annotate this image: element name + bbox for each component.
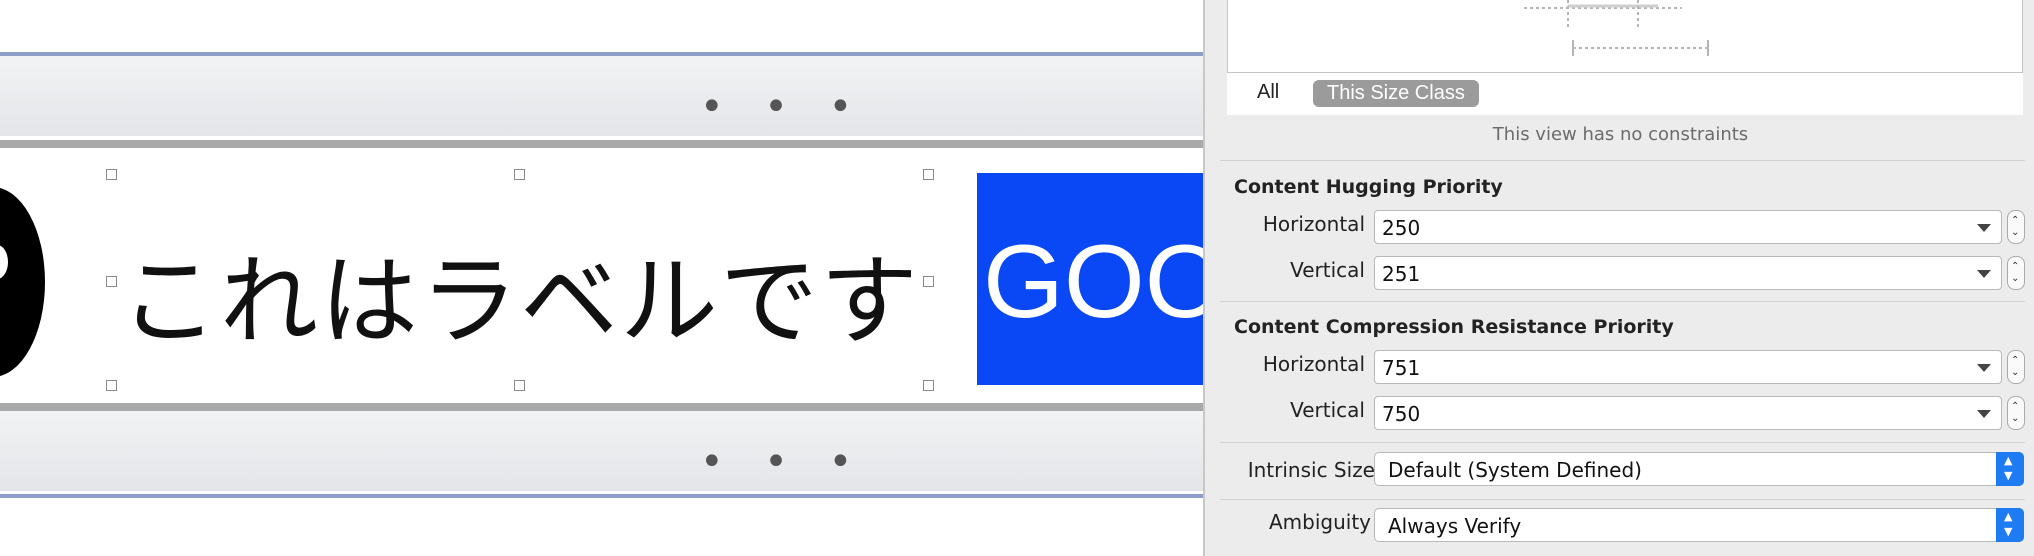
resize-handle-middle-right[interactable] [923, 276, 934, 287]
scene-bottom-border [0, 494, 1203, 498]
compression-title: Content Compression Resistance Priority [1234, 316, 1674, 338]
size-class-tabs: All This Size Class [1227, 72, 2023, 115]
scene-bottom-bar: • • • [0, 411, 1203, 491]
storyboard-canvas[interactable]: • • • これはラベルです GOO • • • [0, 0, 1203, 556]
compression-horizontal-stepper[interactable]: ⌃ ⌄ [2007, 350, 2025, 384]
goo-button[interactable]: GOO [977, 173, 1203, 385]
intrinsic-size-value: Default (System Defined) [1388, 458, 1642, 482]
chevron-down-icon[interactable]: ⌄ [2011, 228, 2021, 238]
top-bar-dots: • • • [700, 84, 867, 130]
divider-bottom [0, 403, 1203, 411]
chevron-up-icon[interactable]: ⌃ [2011, 402, 2021, 412]
compression-vertical-field[interactable]: 750 [1374, 396, 2002, 430]
hugging-vertical-stepper[interactable]: ⌃ ⌄ [2007, 256, 2025, 290]
hugging-vertical-label: Vertical [1290, 258, 1365, 282]
compression-vertical-value: 750 [1382, 402, 1421, 426]
compression-vertical-label: Vertical [1290, 398, 1365, 422]
hugging-horizontal-field[interactable]: 250 [1374, 210, 2002, 244]
resize-handle-bottom-right[interactable] [923, 380, 934, 391]
divider [1220, 499, 2025, 500]
scene-top-bar: • • • [0, 56, 1203, 136]
bottom-bar-dots: • • • [700, 439, 867, 485]
chevron-down-icon[interactable] [1977, 224, 1991, 232]
compression-horizontal-label: Horizontal [1262, 352, 1365, 376]
hugging-horizontal-label: Horizontal [1262, 212, 1365, 236]
compression-horizontal-field[interactable]: 751 [1374, 350, 2002, 384]
tab-all[interactable]: All [1257, 81, 1279, 104]
chevron-up-icon[interactable]: ⌃ [2011, 356, 2021, 366]
resize-handle-top-left[interactable] [106, 169, 117, 180]
chevron-down-icon[interactable] [1977, 270, 1991, 278]
chevron-down-icon[interactable] [1977, 410, 1991, 418]
intrinsic-size-label: Intrinsic Size [1247, 458, 1375, 482]
divider [1220, 301, 2025, 302]
hugging-horizontal-value: 250 [1382, 216, 1421, 240]
hugging-horizontal-stepper[interactable]: ⌃ ⌄ [2007, 210, 2025, 244]
japanese-label[interactable]: これはラベルです [120, 222, 920, 364]
chevron-down-icon[interactable]: ⌄ [2011, 368, 2021, 378]
intrinsic-size-popup[interactable]: Default (System Defined) ▲ ▼ [1374, 452, 2024, 486]
resize-handle-bottom-left[interactable] [106, 380, 117, 391]
resize-handle-middle-left[interactable] [106, 276, 117, 287]
tab-this-size-class[interactable]: This Size Class [1313, 80, 1479, 107]
chevron-down-icon[interactable] [1977, 364, 1991, 372]
ambiguity-label: Ambiguity [1268, 510, 1371, 534]
chevron-up-icon[interactable]: ⌃ [2011, 262, 2021, 272]
resize-handle-bottom-center[interactable] [514, 380, 525, 391]
chevron-down-icon[interactable]: ⌄ [2011, 274, 2021, 284]
divider-top [0, 140, 1203, 148]
hugging-vertical-value: 251 [1382, 262, 1421, 286]
ambiguity-popup[interactable]: Always Verify ▲ ▼ [1374, 508, 2024, 542]
compression-vertical-stepper[interactable]: ⌃ ⌄ [2007, 396, 2025, 430]
ambiguity-value: Always Verify [1388, 514, 1522, 538]
resize-handle-top-right[interactable] [923, 169, 934, 180]
chevron-up-icon[interactable]: ⌃ [2011, 216, 2021, 226]
resize-handle-top-center[interactable] [514, 169, 525, 180]
no-constraints-text: This view has no constraints [1492, 124, 1749, 145]
chevron-down-icon[interactable]: ⌄ [2011, 414, 2021, 424]
popup-arrows-icon[interactable]: ▲ ▼ [1996, 452, 2024, 486]
compression-horizontal-value: 751 [1382, 356, 1421, 380]
hugging-title: Content Hugging Priority [1234, 176, 1503, 198]
hugging-vertical-field[interactable]: 251 [1374, 256, 2002, 290]
constraints-diagram [1524, 0, 1709, 56]
divider [1220, 160, 2025, 161]
size-inspector: All This Size Class This view has no con… [1203, 0, 2034, 556]
goo-button-label: GOO [983, 224, 1203, 340]
popup-arrows-icon[interactable]: ▲ ▼ [1996, 508, 2024, 542]
divider [1220, 442, 2025, 443]
